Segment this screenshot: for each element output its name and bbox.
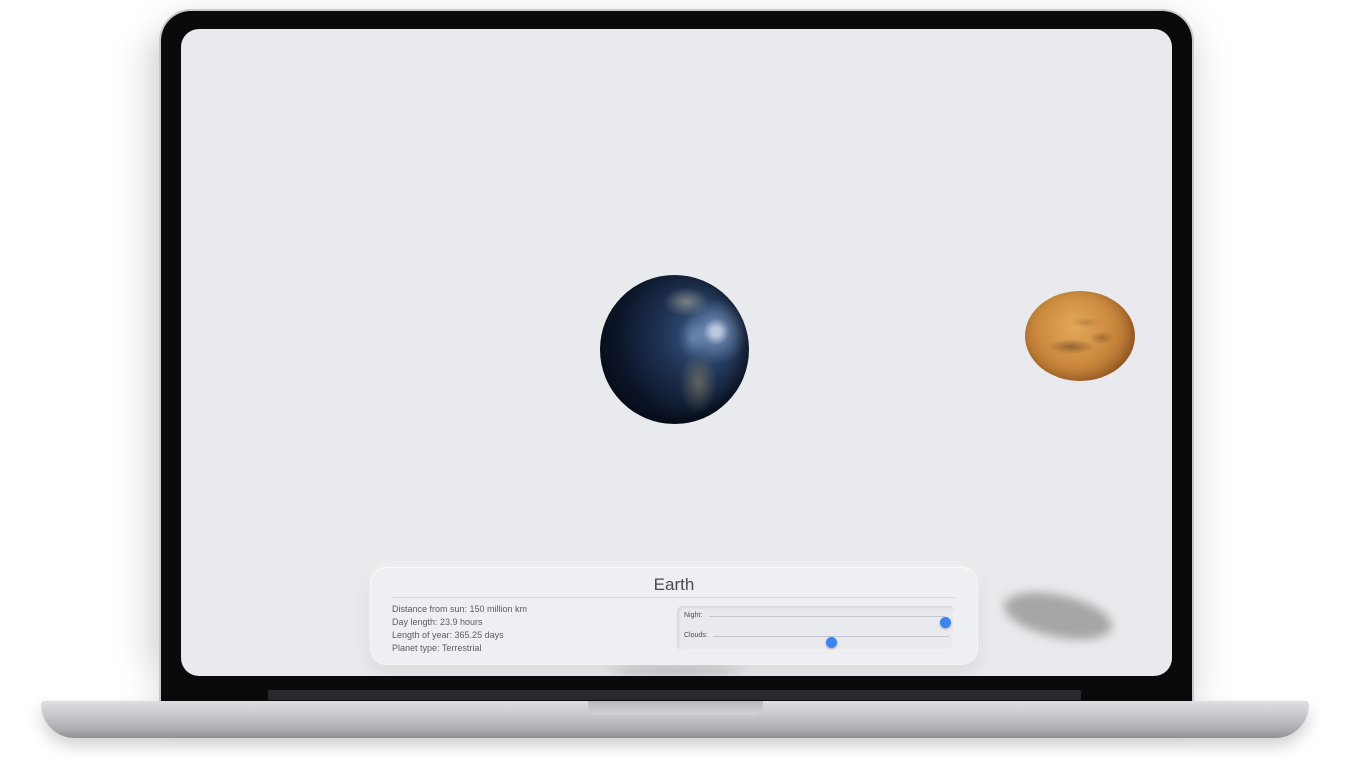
- clouds-slider-row: Clouds:: [684, 630, 950, 648]
- night-slider-track[interactable]: [709, 616, 951, 628]
- panel-shadow: [611, 663, 741, 676]
- clouds-slider-label: Clouds:: [684, 632, 708, 639]
- fact-planet-type: Planet type: Terrestrial: [392, 643, 482, 653]
- night-slider-row: Night:: [684, 610, 951, 628]
- night-slider-label: Night:: [684, 612, 703, 619]
- app-screen: Earth Distance from sun: 150 million km …: [181, 29, 1172, 676]
- planet-title: Earth: [653, 575, 695, 594]
- sliders-box: Night: Clouds:: [677, 606, 955, 651]
- laptop-notch: [588, 701, 763, 715]
- earth-planet[interactable]: [600, 275, 749, 424]
- panel-divider: [391, 597, 955, 598]
- mars-shadow: [999, 584, 1117, 648]
- planet-info-panel: Earth Distance from sun: 150 million km …: [371, 568, 977, 664]
- clouds-slider-thumb[interactable]: [826, 637, 837, 648]
- fact-day-length: Day length: 23.9 hours: [392, 617, 483, 627]
- fact-year-length: Length of year: 365.25 days: [392, 630, 504, 640]
- mars-planet[interactable]: [1025, 291, 1135, 381]
- night-slider-thumb[interactable]: [940, 617, 951, 628]
- laptop-hinge: [268, 690, 1081, 700]
- clouds-slider-track[interactable]: [713, 636, 949, 648]
- planet-facts: Distance from sun: 150 million km Day le…: [392, 603, 527, 655]
- fact-distance: Distance from sun: 150 million km: [392, 604, 528, 614]
- laptop-mockup: Earth Distance from sun: 150 million km …: [0, 0, 1352, 775]
